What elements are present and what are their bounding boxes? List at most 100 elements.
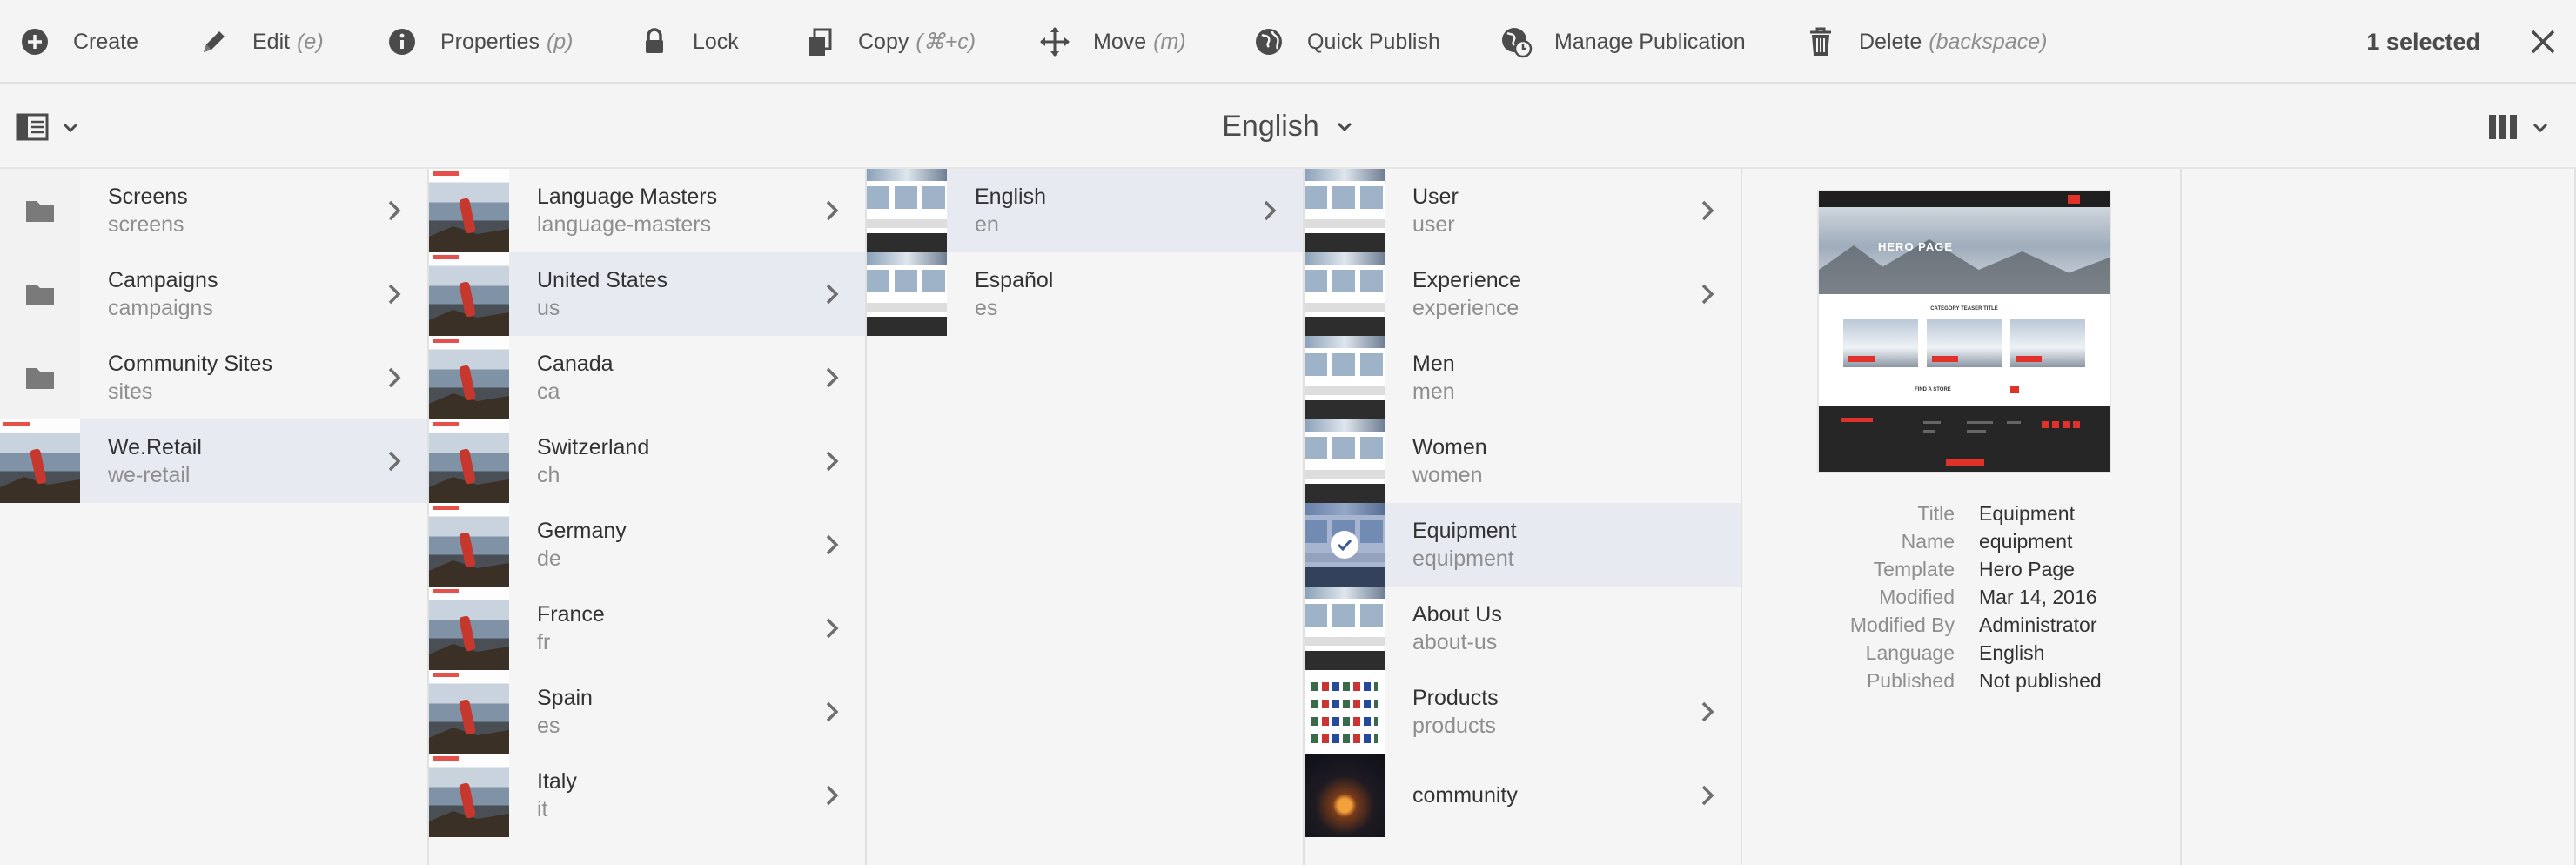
- chevron-right-icon: [388, 284, 401, 305]
- item-text: User user: [1412, 183, 1459, 238]
- edit-button[interactable]: Edit (e): [197, 0, 324, 84]
- item-title: We.Retail: [108, 435, 202, 459]
- title-bar: English: [0, 84, 2576, 169]
- globe-clock-icon: [1502, 28, 1533, 58]
- thumb-tile: [1927, 319, 2002, 367]
- properties-label: Properties: [440, 29, 540, 54]
- item-name: user: [1412, 212, 1455, 237]
- column-item[interactable]: community: [1305, 754, 1741, 837]
- trash-icon: [1810, 27, 1831, 56]
- column-item[interactable]: User user: [1305, 169, 1741, 252]
- item-name: men: [1412, 379, 1455, 404]
- column-item[interactable]: Canada ca: [429, 336, 865, 419]
- close-icon[interactable]: [2524, 23, 2562, 61]
- column-item[interactable]: We.Retail we-retail: [0, 419, 427, 503]
- item-title: France: [537, 602, 605, 627]
- delete-label: Delete: [1859, 29, 1922, 54]
- column-item[interactable]: Men men: [1305, 336, 1741, 419]
- column-item[interactable]: Español es: [867, 252, 1303, 336]
- column-item[interactable]: English en: [867, 169, 1303, 252]
- delete-button[interactable]: Delete (backspace): [1803, 0, 2047, 84]
- column-item[interactable]: Screens screens: [0, 169, 427, 252]
- selection-count: 1 selected: [2366, 29, 2480, 55]
- folder-icon: [26, 201, 54, 222]
- manage-publication-button[interactable]: Manage Publication: [1499, 0, 1746, 84]
- property-value: English: [1979, 640, 2045, 664]
- column-english: User user Experience experience Men men Women w…: [1305, 169, 1742, 865]
- item-name: sites: [108, 379, 153, 404]
- thumb-store-text: FIND A STORE: [1915, 387, 1951, 392]
- item-title: About Us: [1412, 602, 1502, 627]
- property-key: Published: [1866, 668, 1955, 692]
- property-row: Name equipment: [1742, 527, 2182, 555]
- page-thumbnail: [0, 419, 80, 503]
- chevron-right-icon: [826, 284, 839, 305]
- move-icon: [1040, 27, 1070, 57]
- thumb-tile: [2010, 319, 2085, 367]
- column-item[interactable]: Women women: [1305, 419, 1741, 503]
- item-title: community: [1412, 783, 1518, 808]
- column-item[interactable]: About Us about-us: [1305, 587, 1741, 670]
- thumb-footer: [1819, 406, 2110, 472]
- item-text: Women women: [1412, 433, 1487, 489]
- item-name: language-masters: [537, 212, 712, 237]
- copy-shortcut: (⌘+c): [916, 30, 976, 54]
- column-item[interactable]: Experience experience: [1305, 252, 1741, 336]
- rail-toggle-button[interactable]: [16, 110, 91, 144]
- column-item[interactable]: Products products: [1305, 670, 1741, 754]
- item-text: Screens screens: [108, 183, 188, 238]
- chevron-right-icon: [826, 618, 839, 639]
- column-item[interactable]: Germany de: [429, 503, 865, 587]
- column-item[interactable]: Italy it: [429, 754, 865, 837]
- chevron-down-icon[interactable]: [1335, 117, 1354, 136]
- item-name: women: [1412, 463, 1483, 487]
- column-item[interactable]: Community Sites sites: [0, 336, 427, 419]
- property-row: Template Hero Page: [1742, 555, 2182, 583]
- property-row: Modified By Administrator: [1742, 611, 2182, 639]
- preview-panel: HERO PAGE CATEGORY TEASER TITLE FIND A S…: [1742, 169, 2182, 865]
- column-item[interactable]: Language Masters language-masters: [429, 169, 865, 252]
- column-united-states: English en Español es: [867, 169, 1305, 865]
- page-title[interactable]: English: [1222, 110, 1319, 144]
- item-text: Italy it: [537, 768, 577, 823]
- checkmark-icon[interactable]: [1331, 531, 1358, 559]
- folder-thumbnail: [0, 169, 80, 252]
- page-title-wrap: English: [0, 84, 2576, 169]
- property-row: Language English: [1742, 639, 2182, 667]
- thumb-nav: [1819, 191, 2110, 207]
- page-thumbnail: [429, 419, 509, 503]
- column-item[interactable]: Spain es: [429, 670, 865, 754]
- column-view: Screens screens Campaigns campaigns Communit…: [0, 169, 2576, 865]
- copy-label: Copy: [858, 29, 909, 54]
- column-item[interactable]: United States us: [429, 252, 865, 336]
- chevron-right-icon: [826, 701, 839, 722]
- item-name: ch: [537, 463, 560, 487]
- page-thumbnail: [429, 754, 509, 837]
- column-item[interactable]: Equipment equipment: [1305, 503, 1741, 587]
- page-properties: Title Equipment Name equipment Template Hero …: [1742, 500, 2182, 694]
- item-text: United States us: [537, 266, 667, 322]
- column-item[interactable]: Switzerland ch: [429, 419, 865, 503]
- create-button[interactable]: Create: [17, 0, 138, 84]
- quick-publish-button[interactable]: Quick Publish: [1251, 0, 1440, 84]
- item-name: equipment: [1412, 546, 1514, 571]
- column-root: Screens screens Campaigns campaigns Communit…: [0, 169, 429, 865]
- view-switcher-button[interactable]: [2485, 110, 2564, 144]
- chevron-right-icon: [1701, 200, 1714, 221]
- move-button[interactable]: Move (m): [1037, 0, 1186, 84]
- properties-button[interactable]: Properties (p): [385, 0, 574, 84]
- item-title: United States: [537, 268, 668, 292]
- column-item[interactable]: France fr: [429, 587, 865, 670]
- item-name: es: [537, 714, 560, 738]
- chevron-right-icon: [1701, 701, 1714, 722]
- item-name: campaigns: [108, 296, 213, 320]
- thumb-find-store: FIND A STORE: [1915, 386, 2019, 393]
- chevron-right-icon: [826, 200, 839, 221]
- copy-button[interactable]: Copy (⌘+c): [802, 0, 976, 84]
- lock-button[interactable]: Lock: [637, 0, 739, 84]
- item-text: We.Retail we-retail: [108, 433, 202, 489]
- column-item[interactable]: Campaigns campaigns: [0, 252, 427, 336]
- column-view-icon: [2489, 115, 2517, 139]
- chevron-right-icon: [1264, 200, 1277, 221]
- move-label: Move: [1093, 29, 1147, 54]
